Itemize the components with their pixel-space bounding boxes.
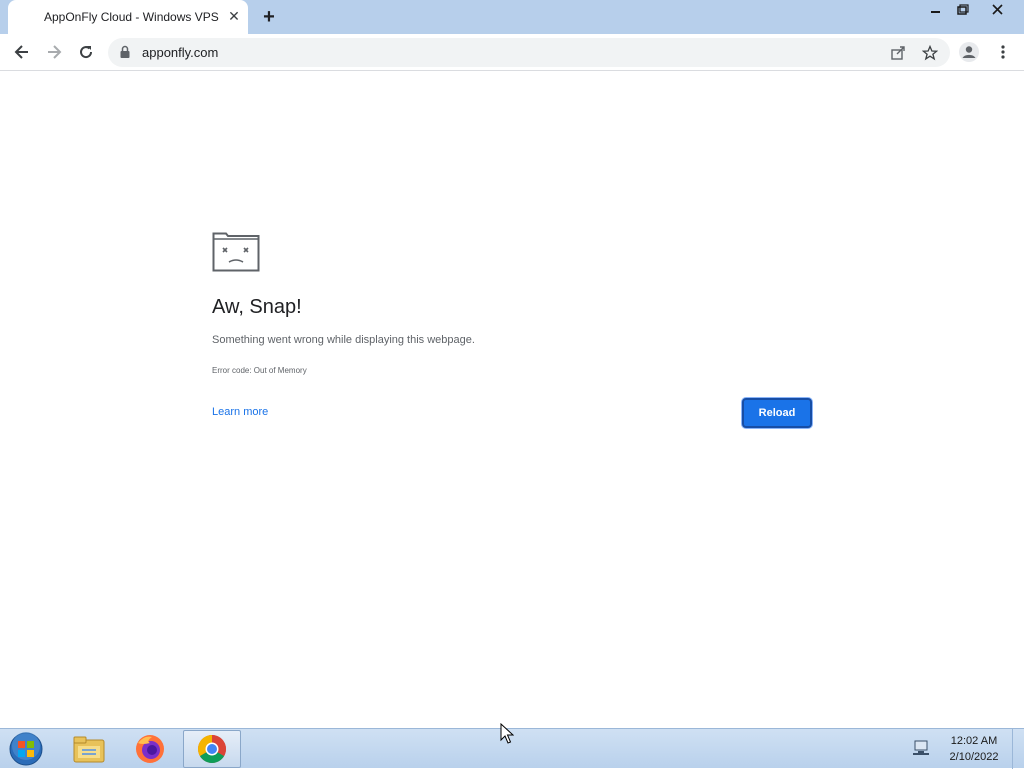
firefox-icon[interactable] bbox=[121, 730, 179, 768]
tab-title: AppOnFly Cloud - Windows VPS bbox=[44, 10, 219, 24]
chrome-icon[interactable] bbox=[183, 730, 241, 768]
network-icon[interactable] bbox=[912, 739, 932, 762]
back-icon[interactable] bbox=[9, 39, 35, 65]
show-desktop-button[interactable] bbox=[1012, 729, 1024, 769]
url-text: apponfly.com bbox=[142, 45, 219, 60]
tab-strip: AppOnFly Cloud - Windows VPS ✕ + bbox=[0, 0, 1024, 34]
clock-time: 12:02 AM bbox=[950, 735, 998, 747]
start-orb-icon[interactable] bbox=[6, 731, 46, 767]
menu-icon[interactable] bbox=[990, 39, 1016, 65]
file-explorer-icon[interactable] bbox=[60, 730, 118, 768]
sad-tab-icon bbox=[212, 232, 260, 277]
error-code: Error code: Out of Memory bbox=[212, 366, 307, 375]
forward-icon[interactable] bbox=[41, 39, 67, 65]
restore-icon[interactable] bbox=[945, 0, 979, 22]
new-tab-icon[interactable]: + bbox=[259, 7, 279, 27]
page-title: Aw, Snap! bbox=[212, 296, 302, 318]
error-message: Something went wrong while displaying th… bbox=[212, 334, 475, 346]
taskbar-clock[interactable]: 12:02 AM 2/10/2022 bbox=[940, 733, 1008, 765]
address-bar[interactable]: apponfly.com bbox=[108, 38, 950, 67]
tab-close-icon[interactable]: ✕ bbox=[226, 8, 242, 24]
profile-icon[interactable] bbox=[956, 39, 982, 65]
learn-more-link[interactable]: Learn more bbox=[212, 406, 268, 418]
clock-date: 2/10/2022 bbox=[949, 751, 999, 763]
reload-icon[interactable] bbox=[73, 39, 99, 65]
reload-button[interactable]: Reload bbox=[742, 398, 812, 428]
lock-icon[interactable] bbox=[119, 45, 131, 64]
star-icon[interactable] bbox=[920, 43, 940, 63]
window-close-icon[interactable] bbox=[980, 0, 1016, 22]
mouse-cursor-icon bbox=[500, 722, 515, 750]
browser-toolbar: apponfly.com bbox=[0, 34, 1024, 71]
share-icon[interactable] bbox=[888, 43, 908, 63]
browser-tab[interactable]: AppOnFly Cloud - Windows VPS ✕ bbox=[8, 0, 248, 34]
